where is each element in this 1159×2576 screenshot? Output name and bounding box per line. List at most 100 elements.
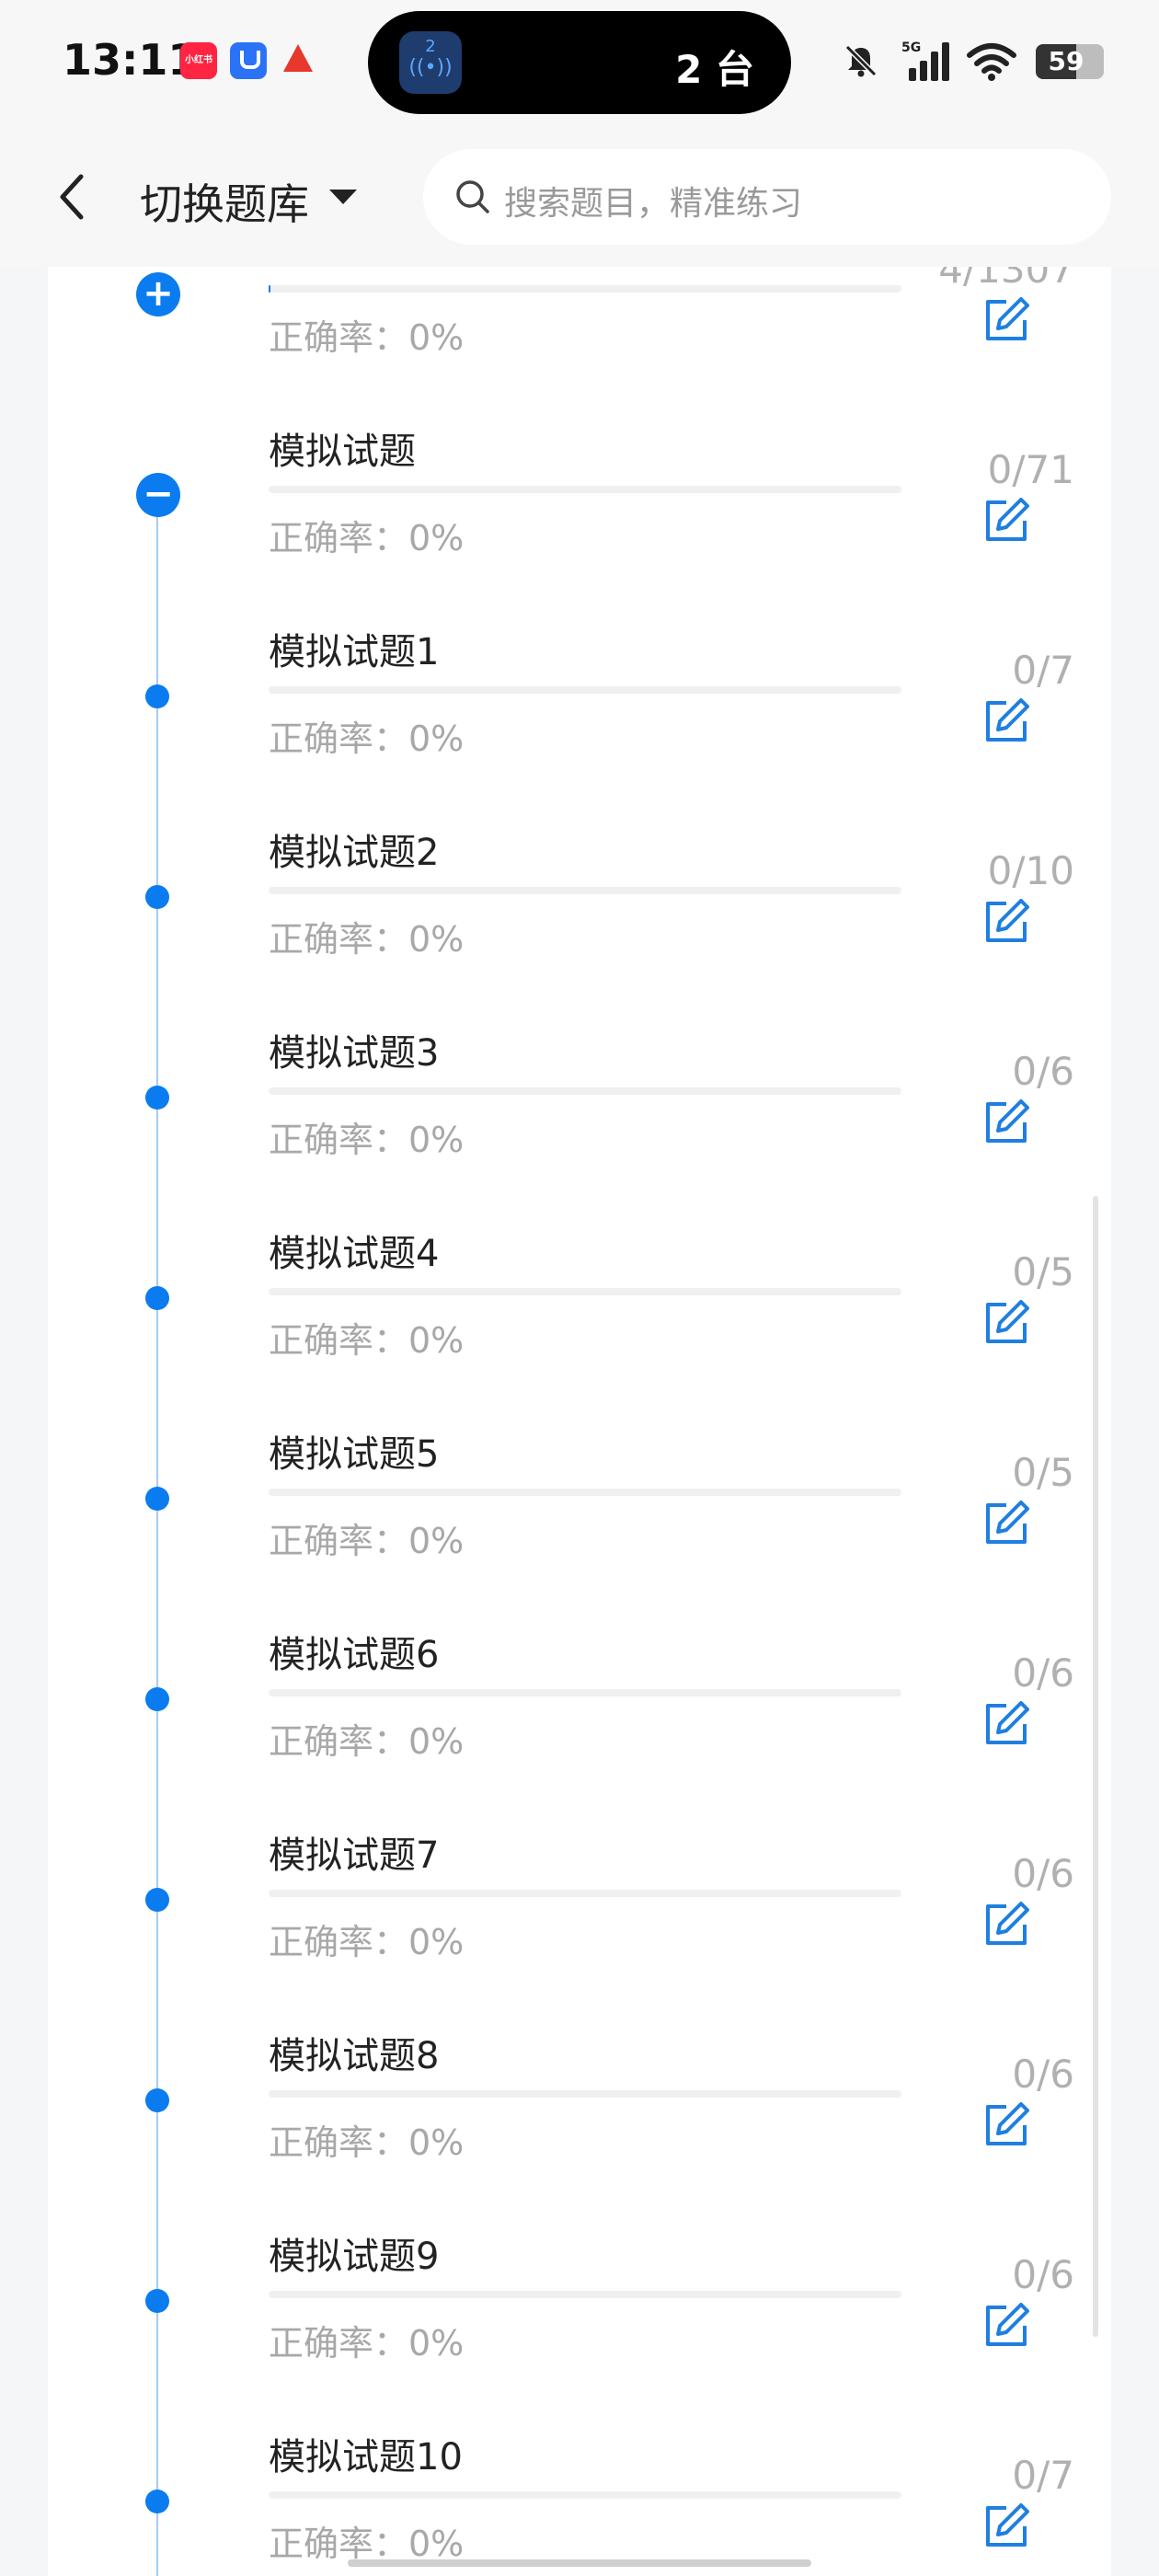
- timeline-dot-icon: [145, 684, 169, 708]
- caret-down-icon[interactable]: [329, 190, 357, 204]
- progress-count: 0/10: [987, 848, 1074, 893]
- list-item[interactable]: 模拟试题4 正确率：0% 0/5: [48, 1178, 1111, 1378]
- edit-practice-icon[interactable]: [981, 2501, 1032, 2552]
- app-header: 切换题库 搜索题目，精准练习: [0, 129, 1159, 267]
- timeline-dot-icon: [145, 2490, 169, 2513]
- edit-practice-icon[interactable]: [981, 1498, 1032, 1549]
- progress-bar: [269, 2090, 901, 2098]
- island-app-number: 2: [425, 37, 436, 56]
- item-title: 模拟试题2: [269, 832, 440, 874]
- item-title: 模拟试题5: [269, 1433, 440, 1476]
- list-item[interactable]: 模拟试题9 正确率：0% 0/6: [48, 2180, 1111, 2381]
- edit-practice-icon[interactable]: [981, 495, 1032, 546]
- list-item[interactable]: 模拟试题6 正确率：0% 0/6: [48, 1579, 1111, 1779]
- progress-bar: [269, 486, 901, 493]
- progress-bar: [269, 686, 901, 694]
- item-title: 模拟试题1: [269, 631, 440, 673]
- edit-practice-icon[interactable]: [981, 2099, 1032, 2151]
- status-bar: 13:11 小红书 2 ((•)) 2 台 5G 59: [0, 0, 1159, 129]
- edit-practice-icon[interactable]: [981, 1097, 1032, 1148]
- dynamic-island[interactable]: 2 ((•)) 2 台: [368, 11, 791, 114]
- signal-icon: 5G: [901, 40, 953, 81]
- item-title: 模拟试题9: [269, 2236, 440, 2278]
- timeline-dot-icon: [145, 1687, 169, 1711]
- edit-practice-icon[interactable]: [981, 294, 1032, 346]
- collapse-minus-icon[interactable]: −: [136, 473, 180, 517]
- timeline-dot-icon: [145, 2289, 169, 2313]
- item-title: 模拟试题6: [269, 1634, 440, 1676]
- accuracy-text: 正确率：0%: [269, 1120, 465, 1160]
- edit-practice-icon[interactable]: [981, 2300, 1032, 2352]
- list-item[interactable]: 模拟试题1 正确率：0% 0/7: [48, 576, 1111, 776]
- broadcast-icon: ((•)): [408, 56, 453, 79]
- accuracy-text: 正确率：0%: [269, 1922, 465, 1962]
- edit-practice-icon[interactable]: [981, 1899, 1032, 1950]
- progress-count: 0/6: [1012, 2052, 1074, 2097]
- list-item[interactable]: 模拟试题10 正确率：0% 0/7: [48, 2381, 1111, 2576]
- progress-count: 0/6: [1012, 1851, 1074, 1896]
- system-icons: 5G 59: [843, 39, 1119, 85]
- list-item[interactable]: 模拟试题5 正确率：0% 0/5: [48, 1378, 1111, 1579]
- progress-bar: [269, 285, 901, 293]
- accuracy-text: 正确率：0%: [269, 518, 465, 558]
- item-title: 强化题库: [269, 267, 416, 274]
- expand-plus-icon[interactable]: +: [136, 272, 180, 316]
- progress-bar: [269, 1288, 901, 1295]
- item-title: 模拟试题7: [269, 1834, 440, 1877]
- status-time: 13:11: [63, 35, 198, 85]
- progress-bar: [269, 1489, 901, 1496]
- cast-app-icon: 2 ((•)): [399, 31, 462, 94]
- timeline-dot-icon: [145, 1086, 169, 1110]
- progress-bar: [269, 2491, 901, 2499]
- list-item[interactable]: 模拟试题2 正确率：0% 0/10: [48, 776, 1111, 977]
- timeline-dot-icon: [145, 1286, 169, 1310]
- accuracy-text: 正确率：0%: [269, 2323, 465, 2363]
- edit-practice-icon[interactable]: [981, 896, 1032, 948]
- list-item[interactable]: + 强化题库正确率：0% 4/1307: [48, 267, 1111, 375]
- progress-count: 0/5: [1012, 1249, 1074, 1294]
- bell-muted-icon: [844, 44, 878, 77]
- item-title: 模拟试题10: [269, 2436, 463, 2478]
- timeline-dot-icon: [145, 2088, 169, 2112]
- accuracy-text: 正确率：0%: [269, 2524, 465, 2564]
- list-item[interactable]: 模拟试题3 正确率：0% 0/6: [48, 977, 1111, 1178]
- timeline-dot-icon: [145, 1487, 169, 1511]
- progress-bar: [269, 1890, 901, 1897]
- network-type-label: 5G: [901, 40, 922, 55]
- battery-level: 59: [1048, 46, 1084, 76]
- timeline-dot-icon: [145, 885, 169, 909]
- progress-count: 0/6: [1012, 2252, 1074, 2297]
- scrollbar[interactable]: [1093, 1196, 1098, 2337]
- search-placeholder: 搜索题目，精准练习: [504, 185, 803, 223]
- accuracy-text: 正确率：0%: [269, 1721, 465, 1762]
- list-item[interactable]: − 模拟试题正确率：0% 0/71: [48, 375, 1111, 576]
- accuracy-text: 正确率：0%: [269, 2122, 465, 2163]
- list-item[interactable]: 模拟试题8 正确率：0% 0/6: [48, 1980, 1111, 2180]
- xiaohongshu-app-icon: 小红书: [180, 42, 217, 79]
- accuracy-text: 正确率：0%: [269, 1521, 465, 1561]
- edit-practice-icon[interactable]: [981, 1297, 1032, 1349]
- progress-bar: [269, 2291, 901, 2298]
- progress-bar: [269, 1087, 901, 1095]
- progress-bar: [269, 1689, 901, 1696]
- progress-count: 0/5: [1012, 1450, 1074, 1495]
- edit-practice-icon[interactable]: [981, 1698, 1032, 1750]
- edit-practice-icon[interactable]: [981, 696, 1032, 747]
- accuracy-text: 正确率：0%: [269, 1320, 465, 1361]
- triangle-app-icon: [280, 42, 316, 79]
- wifi-icon: [967, 43, 1016, 81]
- island-device-count: 2 台: [675, 47, 754, 92]
- question-bank-list: +强化题库正确率：0%4/1307−模拟试题正确率：0%0/71模拟试题1正确率…: [48, 267, 1111, 2576]
- progress-count: 0/6: [1012, 1650, 1074, 1696]
- chevron-left-icon[interactable]: [53, 171, 90, 223]
- accuracy-text: 正确率：0%: [269, 719, 465, 759]
- progress-count: 0/71: [987, 447, 1074, 492]
- item-title: 模拟试题: [269, 431, 416, 473]
- list-item[interactable]: 模拟试题7 正确率：0% 0/6: [48, 1779, 1111, 1980]
- u-app-icon: [230, 42, 267, 79]
- home-indicator[interactable]: [348, 2559, 811, 2567]
- switch-question-bank-title[interactable]: 切换题库: [140, 171, 309, 232]
- search-input[interactable]: 搜索题目，精准练习: [423, 149, 1111, 245]
- accuracy-text: 正确率：0%: [269, 317, 465, 358]
- timeline-dot-icon: [145, 1888, 169, 1912]
